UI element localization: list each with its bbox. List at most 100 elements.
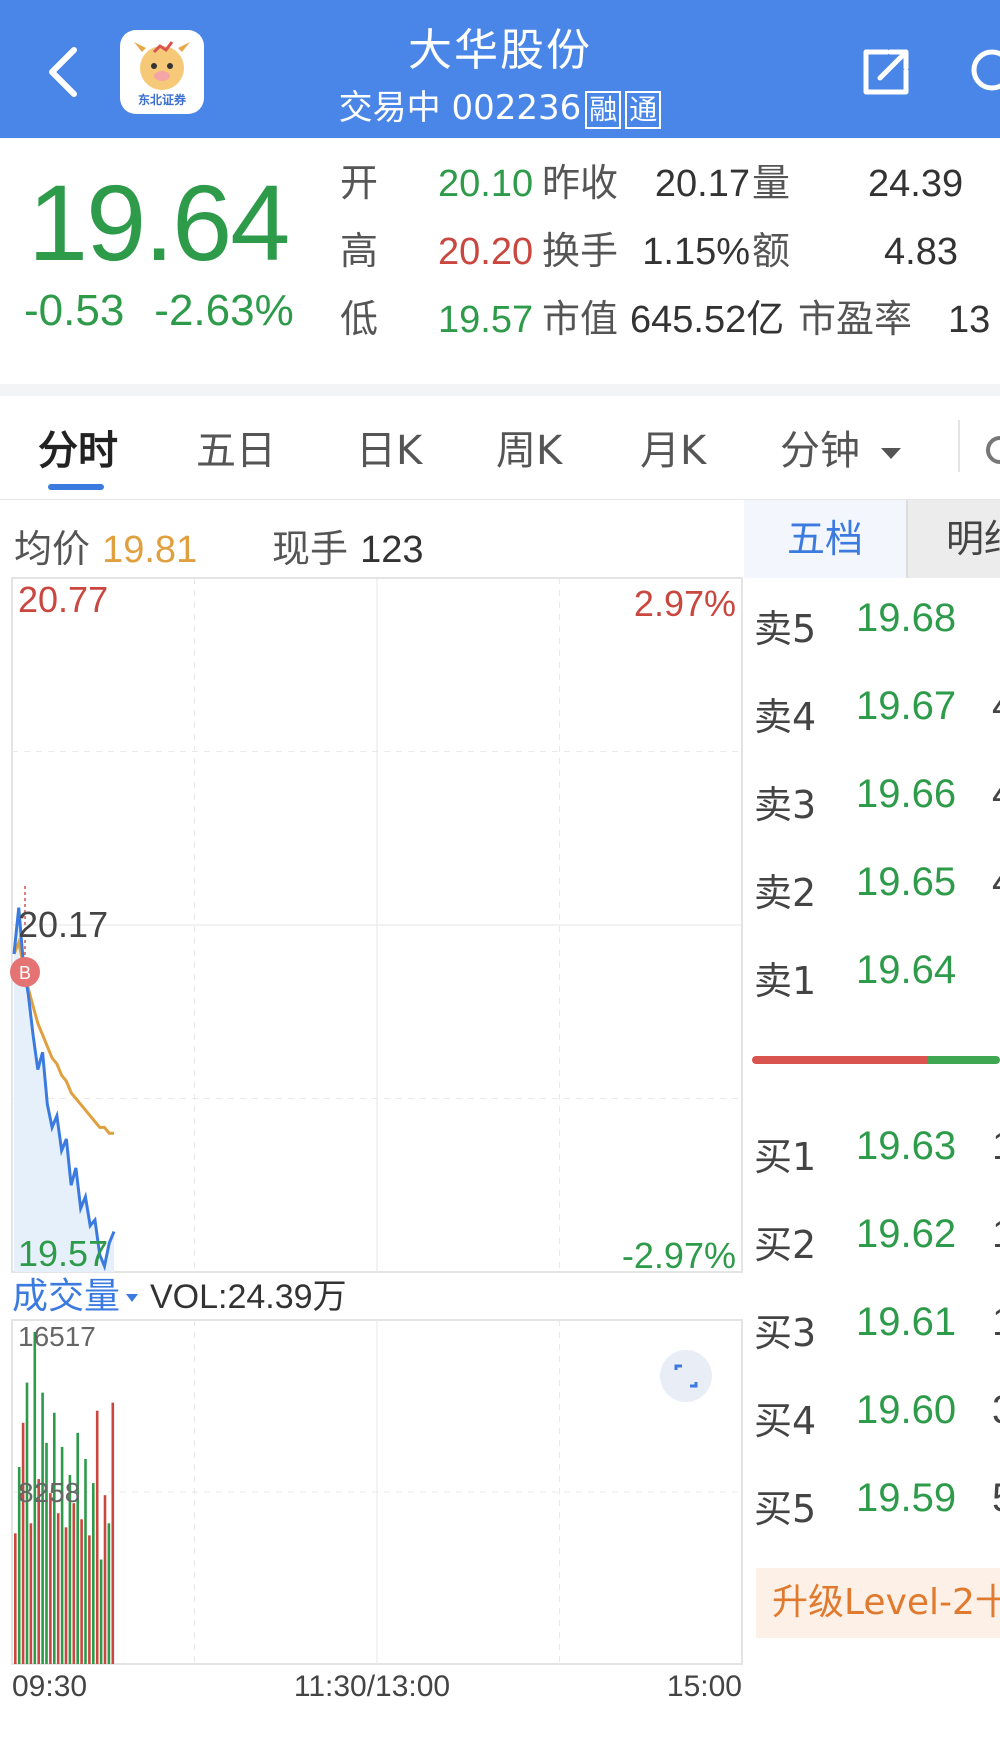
time-axis-start: 09:30 [12,1670,87,1703]
volume-bar [103,1495,107,1664]
ask-level-2[interactable]: 卖2 19.65 4 [744,856,1000,916]
level-label: 卖4 [754,695,817,739]
tab-weekly-k[interactable]: 周K [496,418,562,476]
tab-five-levels[interactable]: 五档 [744,500,906,578]
buy-marker-label: B [19,963,31,983]
level-label: 买2 [754,1223,817,1267]
share-button[interactable] [858,44,914,100]
high-label: 高 [340,229,379,273]
level-price: 19.60 [856,1388,957,1432]
low-value: 19.57 [438,299,534,341]
amount-value: 4.83 [884,231,958,273]
prev-close-label: 昨收 [542,161,619,205]
level-volume: 4 [992,684,1000,729]
level-price: 19.67 [856,684,957,728]
level-volume: 5 [992,1476,1000,1521]
volume-value: 24.39 [868,163,964,205]
quote-row-low: 低 19.57 市值 645.52亿 市盈率 13 [340,288,990,341]
stock-code: 002236 [451,88,582,128]
volume-bar [111,1402,115,1664]
level-label: 卖2 [754,871,817,915]
intraday-chart: B 20.77 20.17 19.57 2.97% -2.97% 成交量 VOL… [10,577,743,1703]
share-icon [863,49,909,95]
volume-bar [88,1535,91,1664]
bid-level-3[interactable]: 买3 19.61 1 [744,1296,1000,1356]
bid-level-5[interactable]: 买5 19.59 5 [744,1472,1000,1532]
amount-label: 额 [752,229,791,273]
bid-level-2[interactable]: 买2 19.62 1 [744,1208,1000,1268]
search-icon [971,49,1000,91]
time-axis-mid: 11:30/13:00 [294,1670,450,1703]
pct-axis-bottom: -2.97% [622,1235,736,1276]
tab-daily-k[interactable]: 日K [356,418,422,476]
level-volume: 4 [992,860,1000,905]
tab-details[interactable]: 明细 [906,500,1000,578]
change-percent: -2.63% [154,286,294,335]
tab-minute-label: 分钟 [780,428,860,474]
level-volume: 1 [992,1124,1000,1169]
level-price: 19.61 [856,1300,957,1344]
volume-bar [49,1493,52,1664]
level-label: 买1 [754,1135,817,1179]
market-cap-label: 市值 [542,297,619,341]
caret-down-icon [126,1294,138,1302]
volume-bar [107,1523,111,1664]
level-price: 19.62 [856,1212,957,1256]
ask-level-1[interactable]: 卖1 19.64 [744,944,1000,1004]
volume-header[interactable]: 成交量 VOL:24.39万 [12,1276,347,1317]
pe-label: 市盈率 [798,297,913,341]
ask-level-5[interactable]: 卖5 19.68 [744,592,1000,652]
volume-bar [53,1412,56,1664]
level-label: 买5 [754,1487,817,1531]
upgrade-level2-button[interactable]: 升级Level-2十 [756,1568,1000,1638]
orderbook-tabs: 五档 明细 [744,500,1000,578]
tab-divider [958,420,960,472]
volume-bar [92,1483,95,1664]
volume-grid [12,1320,742,1664]
volume-bar [64,1527,68,1664]
ask-level-3[interactable]: 卖3 19.66 4 [744,768,1000,828]
prev-close-value: 20.17 [654,163,750,205]
time-axis-end: 15:00 [667,1670,742,1703]
volume-label: 量 [752,161,791,205]
ask-level-4[interactable]: 卖4 19.67 4 [744,680,1000,740]
level-price: 19.59 [856,1476,957,1520]
turnover-value: 1.15% [642,231,750,273]
level-price: 19.63 [856,1124,957,1168]
tab-minute[interactable]: 分钟 [780,418,903,476]
active-tab-indicator [48,484,104,490]
volume-bar [95,1410,99,1664]
volume-bar [29,1523,33,1664]
connect-tag: 通 [625,90,662,129]
bid-level-4[interactable]: 买4 19.60 3 [744,1384,1000,1444]
volume-indicator-label: 成交量 [12,1276,120,1317]
high-value: 20.20 [438,231,534,273]
low-label: 低 [340,297,379,341]
fullscreen-button[interactable] [660,1350,712,1402]
ask-ratio [752,1056,928,1064]
price-axis-top: 20.77 [18,579,108,620]
search-button[interactable] [966,46,1000,96]
volume-total: VOL:24.39万 [150,1278,347,1316]
volume-bar [84,1458,87,1664]
stock-name: 大华股份 [408,25,592,76]
quote-row-open: 开 20.10 昨收 20.17量 24.39 [340,152,963,205]
tab-five-day[interactable]: 五日 [196,418,276,476]
bid-level-1[interactable]: 买1 19.63 1 [744,1120,1000,1180]
turnover-label: 换手 [542,229,619,273]
pct-axis-top: 2.97% [634,583,736,624]
tab-intraday[interactable]: 分时 [38,418,118,476]
price-axis-mid: 20.17 [18,904,108,945]
price-grid [12,578,742,1272]
level-price: 19.64 [856,948,957,992]
level-label: 卖5 [754,607,817,651]
margin-tag: 融 [585,90,622,129]
open-value: 20.10 [438,163,534,205]
volume-bar [14,1533,17,1664]
tab-monthly-k[interactable]: 月K [640,418,706,476]
change-amount: -0.53 [24,286,125,335]
caret-down-icon [880,448,901,459]
pe-value: 13 [948,299,991,341]
level-label: 卖3 [754,783,817,827]
chart-settings-button[interactable] [980,430,1000,470]
